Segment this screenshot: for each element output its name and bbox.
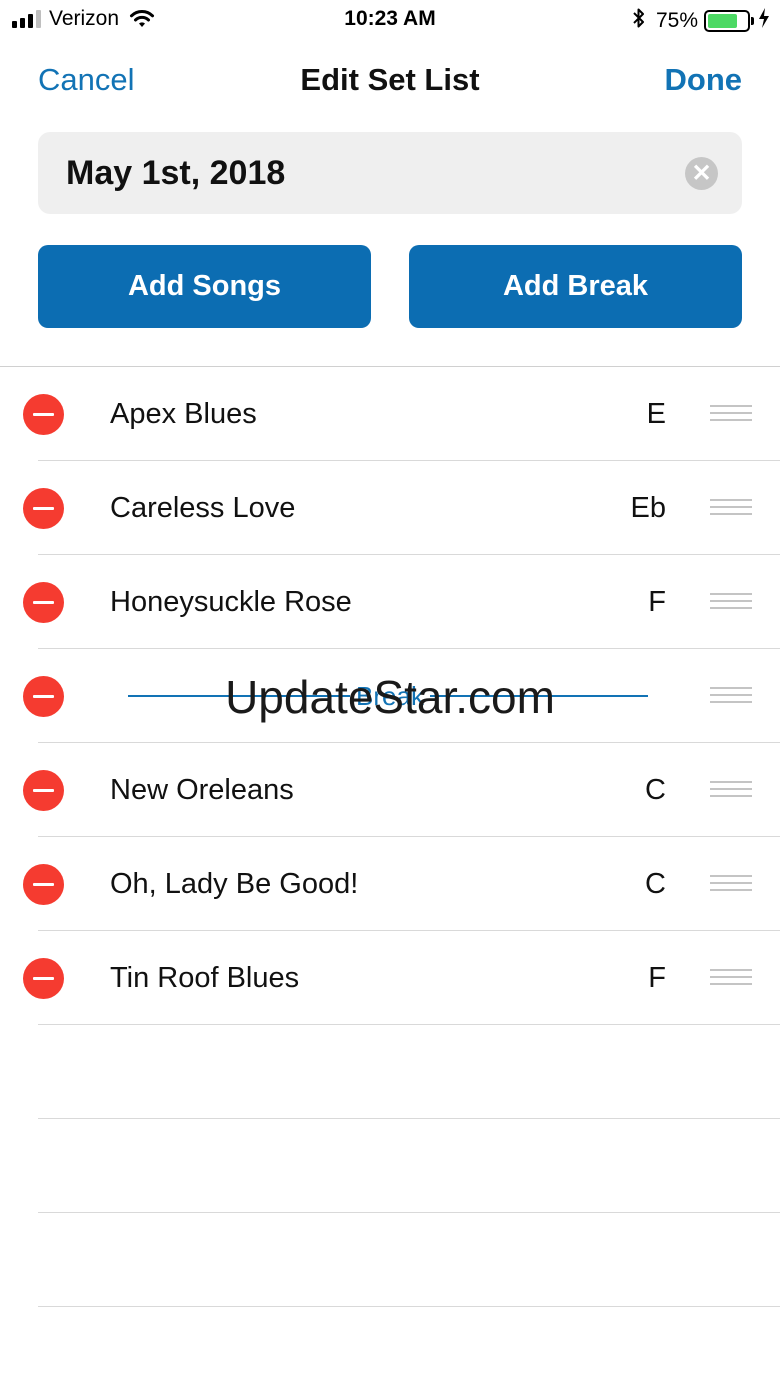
song-title: Tin Roof Blues <box>110 962 300 994</box>
break-item[interactable]: Break <box>0 649 780 743</box>
list-item[interactable]: Honeysuckle Rose F <box>0 555 780 649</box>
bluetooth-icon <box>632 7 646 34</box>
navigation-bar: Cancel Edit Set List Done <box>0 54 780 108</box>
reorder-handle-icon[interactable] <box>710 781 752 799</box>
delete-icon[interactable] <box>23 394 64 435</box>
delete-icon[interactable] <box>23 488 64 529</box>
break-label-container: Break <box>0 649 780 743</box>
battery-percentage: 75% <box>655 8 698 32</box>
cancel-button[interactable]: Cancel <box>38 62 135 98</box>
song-key: C <box>645 774 666 806</box>
song-title: New Oreleans <box>110 774 294 806</box>
empty-row <box>0 1025 780 1119</box>
reorder-handle-icon[interactable] <box>710 969 752 987</box>
add-break-button[interactable]: Add Break <box>409 245 742 328</box>
song-title: Honeysuckle Rose <box>110 586 352 618</box>
set-list: Apex Blues E Careless Love Eb Honeysuckl… <box>0 367 780 1307</box>
reorder-handle-icon[interactable] <box>710 405 752 423</box>
delete-icon[interactable] <box>23 958 64 999</box>
charging-bolt-icon <box>758 7 770 34</box>
status-bar: Verizon 10:23 AM 75% <box>0 0 780 40</box>
reorder-handle-icon[interactable] <box>710 875 752 893</box>
list-item[interactable]: Apex Blues E <box>0 367 780 461</box>
reorder-handle-icon[interactable] <box>710 593 752 611</box>
list-item[interactable]: Careless Love Eb <box>0 461 780 555</box>
empty-row <box>0 1213 780 1307</box>
song-key: Eb <box>630 492 666 524</box>
song-key: F <box>648 586 666 618</box>
song-key: C <box>645 868 666 900</box>
reorder-handle-icon[interactable] <box>710 499 752 517</box>
empty-row <box>0 1119 780 1213</box>
status-right: 75% <box>632 7 770 34</box>
clear-icon[interactable]: ✕ <box>685 157 718 190</box>
delete-icon[interactable] <box>23 864 64 905</box>
reorder-handle-icon[interactable] <box>710 687 752 705</box>
done-button[interactable]: Done <box>665 62 743 98</box>
set-name-field-container: ✕ <box>38 132 742 214</box>
break-label: Break <box>350 681 430 711</box>
song-title: Careless Love <box>110 492 296 524</box>
battery-level-fill <box>708 13 737 28</box>
add-songs-button[interactable]: Add Songs <box>38 245 371 328</box>
delete-icon[interactable] <box>23 770 64 811</box>
battery-icon <box>704 9 754 32</box>
list-item[interactable]: New Oreleans C <box>0 743 780 837</box>
song-key: E <box>646 398 666 430</box>
song-title: Oh, Lady Be Good! <box>110 868 359 900</box>
list-item[interactable]: Oh, Lady Be Good! C <box>0 837 780 931</box>
list-item[interactable]: Tin Roof Blues F <box>0 931 780 1025</box>
set-name-input[interactable] <box>66 132 666 214</box>
song-key: F <box>648 962 666 994</box>
song-title: Apex Blues <box>110 398 257 430</box>
delete-icon[interactable] <box>23 582 64 623</box>
